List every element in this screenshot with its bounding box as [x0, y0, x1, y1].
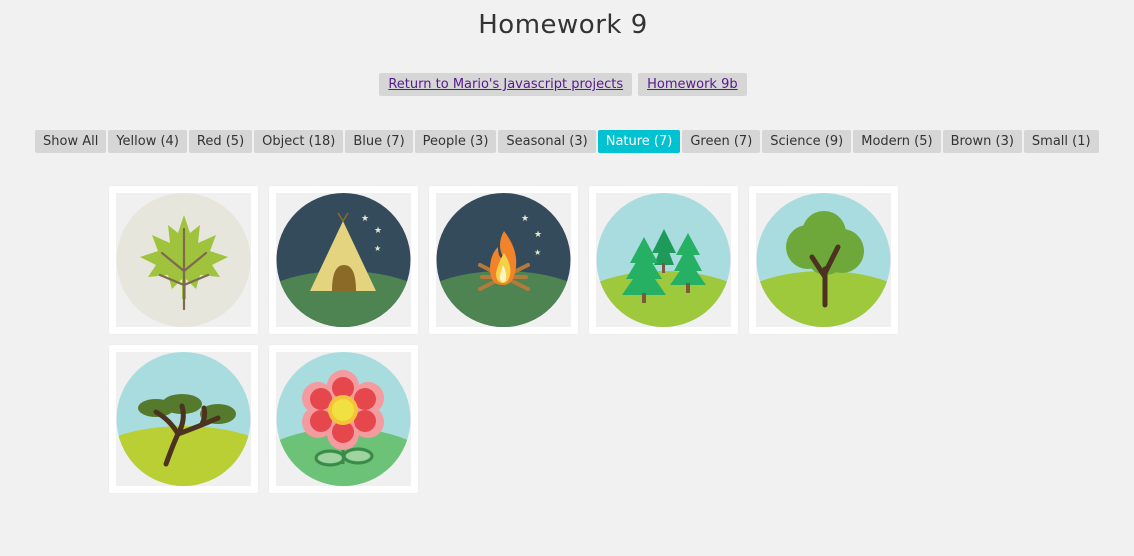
svg-text:★: ★ [361, 214, 369, 224]
return-to-projects-link[interactable]: Return to Mario's Javascript projects [379, 73, 633, 96]
svg-text:★: ★ [374, 244, 381, 253]
svg-text:★: ★ [534, 230, 542, 240]
filter-nature[interactable]: Nature (7) [597, 130, 681, 153]
image-gallery: ★ ★ ★ ★ ★ ★ [109, 186, 929, 493]
gallery-item[interactable] [749, 186, 898, 334]
filter-show-all[interactable]: Show All [35, 130, 107, 153]
filter-brown[interactable]: Brown (3) [942, 130, 1022, 153]
filter-blue[interactable]: Blue (7) [345, 130, 413, 153]
filter-science[interactable]: Science (9) [762, 130, 852, 153]
gallery-item[interactable] [269, 345, 418, 493]
nav-links: Return to Mario's Javascript projects Ho… [0, 73, 1126, 96]
pine-trees-icon [596, 193, 731, 327]
filter-people[interactable]: People (3) [414, 130, 497, 153]
flower-icon [276, 352, 411, 486]
maple-leaf-icon [116, 193, 251, 327]
gallery-item[interactable] [109, 345, 258, 493]
filter-yellow[interactable]: Yellow (4) [108, 130, 187, 153]
acacia-tree-icon [116, 352, 251, 486]
gallery-item[interactable]: ★ ★ ★ [269, 186, 418, 334]
svg-text:★: ★ [374, 226, 382, 236]
gallery-item[interactable] [589, 186, 738, 334]
tent-icon: ★ ★ ★ [276, 193, 411, 327]
filter-green[interactable]: Green (7) [682, 130, 761, 153]
filter-modern[interactable]: Modern (5) [853, 130, 941, 153]
gallery-item[interactable]: ★ ★ ★ [429, 186, 578, 334]
filter-bar: Show All Yellow (4) Red (5) Object (18) … [35, 130, 1099, 153]
homework-9b-link[interactable]: Homework 9b [638, 73, 747, 96]
svg-text:★: ★ [534, 248, 541, 257]
tree-icon [756, 193, 891, 327]
gallery-item[interactable] [109, 186, 258, 334]
page-title: Homework 9 [478, 10, 648, 40]
svg-text:★: ★ [521, 214, 529, 224]
filter-red[interactable]: Red (5) [188, 130, 253, 153]
filter-object[interactable]: Object (18) [254, 130, 344, 153]
campfire-icon: ★ ★ ★ [436, 193, 571, 327]
filter-small[interactable]: Small (1) [1023, 130, 1099, 153]
filter-seasonal[interactable]: Seasonal (3) [498, 130, 596, 153]
